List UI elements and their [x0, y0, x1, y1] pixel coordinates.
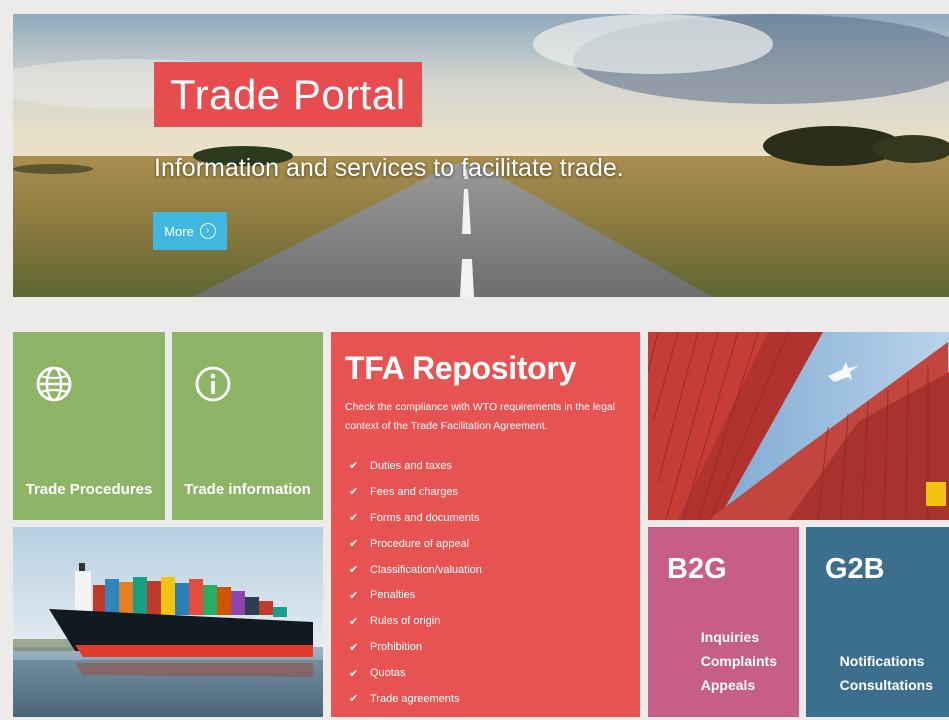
check-icon: ✔ — [349, 564, 359, 576]
tfa-item[interactable]: ✔ Penalties — [349, 582, 482, 608]
tfa-repository-panel[interactable]: TFA Repository Check the compliance with… — [331, 332, 640, 717]
info-circle-icon — [195, 366, 231, 402]
check-icon: ✔ — [349, 538, 359, 551]
b2g-line: Complaints — [700, 653, 777, 669]
tile-b2g[interactable]: B2G Inquiries Complaints Appeals — [648, 527, 799, 717]
tile-trade-procedures[interactable]: Trade Procedures — [13, 332, 165, 520]
hero-banner: Trade Portal Information and services to… — [13, 14, 949, 297]
b2g-title: B2G — [667, 553, 727, 585]
tile-trade-procedures-label: Trade Procedures — [25, 481, 153, 498]
g2b-title: G2B — [825, 553, 885, 585]
b2g-line: Appeals — [700, 677, 756, 693]
g2b-line: Notifications — [839, 653, 925, 669]
chevron-right-circle-icon: › — [199, 223, 216, 239]
tfa-item[interactable]: ✔ Fees and charges — [349, 479, 482, 505]
tfa-item[interactable]: ✔ Classification/valuation — [349, 557, 482, 583]
tfa-item[interactable]: ✔ Procedure of appeal — [349, 531, 482, 557]
b2g-line: Inquiries — [700, 629, 760, 645]
tfa-item[interactable]: ✔ Prohibition — [349, 634, 482, 660]
containers-illustration — [648, 332, 949, 520]
hero-title: Trade Portal — [154, 62, 422, 127]
check-icon: ✔ — [349, 589, 359, 602]
check-icon: ✔ — [349, 486, 359, 499]
g2b-lines: Notifications Consultations — [840, 649, 933, 697]
g2b-line: Consultations — [839, 677, 933, 693]
check-icon: ✔ — [349, 667, 359, 680]
tfa-item[interactable]: ✔ Duties and taxes — [349, 453, 482, 479]
tfa-item[interactable]: ✔ Trade agreements — [349, 686, 482, 712]
more-button[interactable]: More › — [153, 212, 227, 250]
check-icon: ✔ — [349, 460, 359, 473]
globe-icon — [36, 366, 72, 402]
b2g-lines: Inquiries Complaints Appeals — [701, 625, 777, 697]
shipping-containers-image — [648, 332, 949, 520]
check-icon: ✔ — [349, 615, 359, 628]
tfa-title: TFA Repository — [345, 350, 577, 386]
tfa-item[interactable]: ✔ Forms and documents — [349, 505, 482, 531]
tile-trade-information[interactable]: Trade information — [172, 332, 323, 520]
cargo-ship-illustration — [13, 527, 323, 717]
hero-subtitle: Information and services to facilitate t… — [154, 154, 624, 182]
tfa-description: Check the compliance with WTO requiremen… — [345, 401, 616, 432]
check-icon: ✔ — [349, 512, 359, 525]
tfa-item[interactable]: ✔ Rules of origin — [349, 608, 482, 634]
more-button-label: More — [164, 223, 194, 239]
tile-trade-information-label: Trade information — [184, 481, 311, 498]
tfa-list: ✔ Duties and taxes ✔ Fees and charges ✔ For… — [349, 453, 482, 712]
check-icon: ✔ — [349, 693, 359, 706]
check-icon: ✔ — [349, 641, 359, 654]
tile-g2b[interactable]: G2B Notifications Consultations — [806, 527, 949, 717]
tfa-item[interactable]: ✔ Quotas — [349, 660, 482, 686]
cargo-ship-image — [13, 527, 323, 717]
